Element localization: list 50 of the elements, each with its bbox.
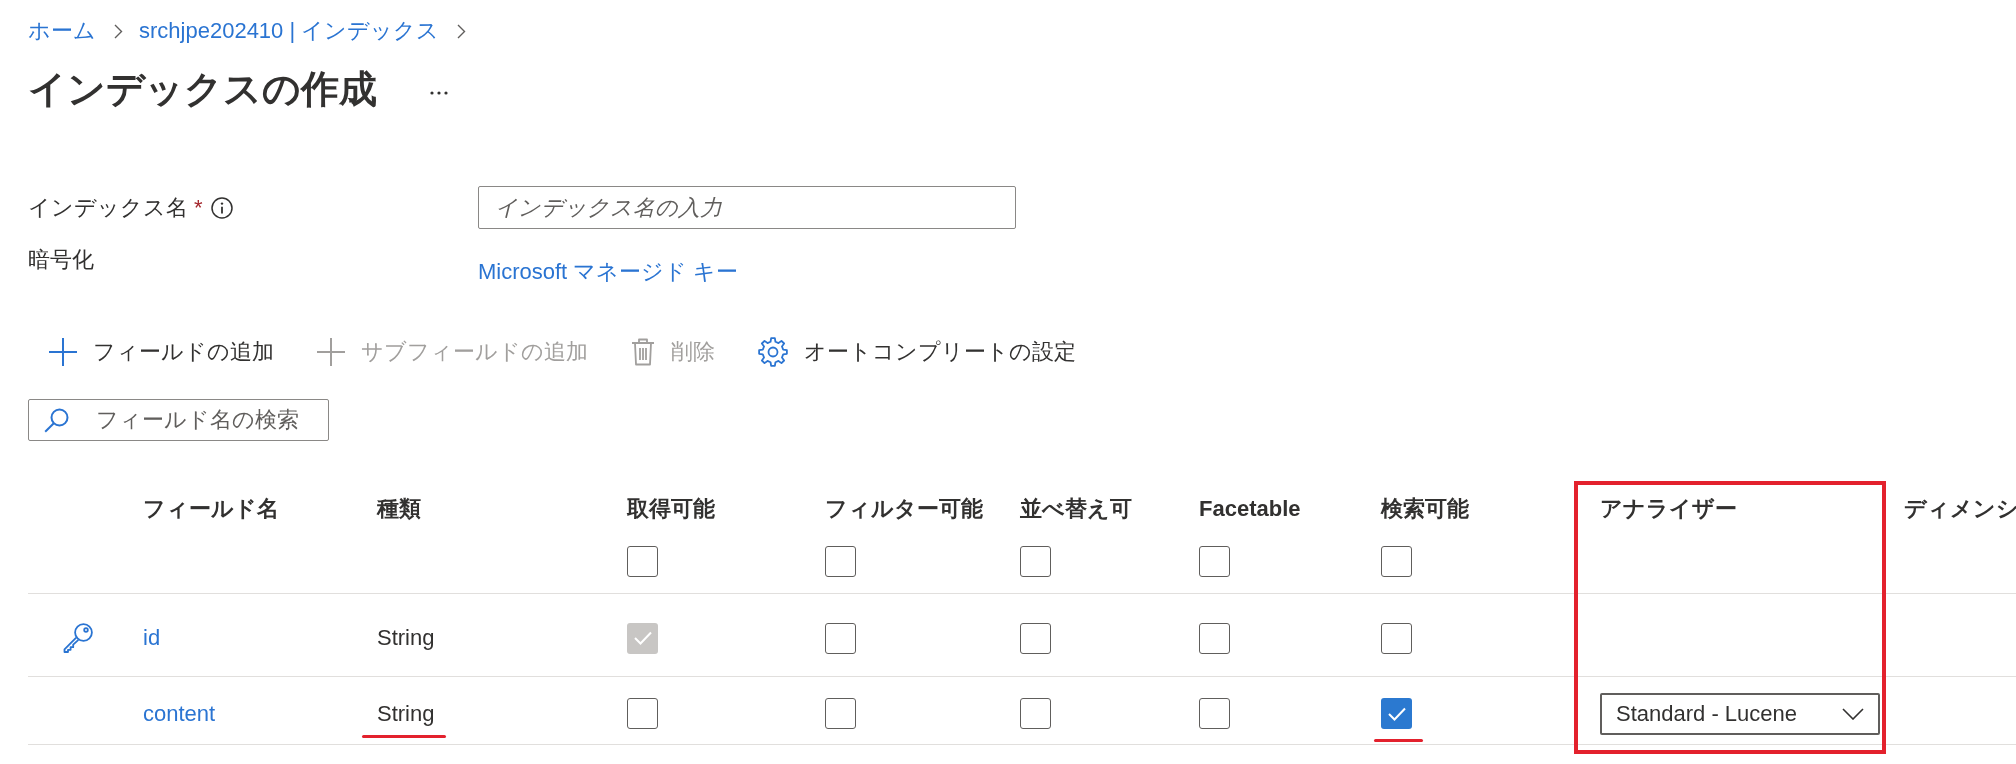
checkbox[interactable] [1381,546,1412,577]
field-label: 暗号化 [28,246,94,274]
add-button[interactable]: フィールドの追加 [37,332,286,372]
check-icon [1387,706,1406,721]
column-header: 種類 [377,495,421,523]
checkbox[interactable] [627,546,658,577]
checkbox[interactable] [825,698,856,729]
info-icon[interactable] [210,196,233,219]
table-cell-text: String [377,699,435,728]
gear-icon [758,337,788,367]
checkbox[interactable] [825,622,856,654]
search-field[interactable]: フィールド名の検索 [28,399,329,441]
page-title: インデックスの作成 [28,67,377,112]
checkbox[interactable] [1381,698,1412,729]
checkbox[interactable] [1381,622,1412,654]
required-mark: * [194,193,203,222]
more-icon[interactable] [430,91,448,95]
plus-icon [49,338,77,366]
checkbox[interactable] [1020,546,1051,577]
input-field[interactable]: インデックス名の入力 [478,186,1016,229]
field-name-link[interactable]: content [143,698,216,729]
encryption-link[interactable]: Microsoft マネージド キー [478,257,739,287]
checkbox[interactable] [1199,698,1230,729]
trash-icon [631,338,655,366]
analyzer-dropdown[interactable]: Standard - Lucene [1600,692,1880,735]
breadcrumb-link[interactable]: ホーム [28,16,96,46]
breadcrumb-link[interactable]: srchjpe202410 | インデックス [139,16,440,46]
column-header: フィルター可能 [825,495,983,523]
check-icon [633,631,652,645]
column-header: フィールド名 [143,495,279,523]
chevron-right-icon [114,23,123,39]
checkbox[interactable] [1199,622,1230,654]
table-cell-text: String [377,624,435,652]
plus-icon [317,338,345,366]
checkbox[interactable] [825,546,856,577]
field-label: インデックス名 [28,193,188,222]
chevron-down-icon [1842,707,1864,720]
column-header: Facetable [1199,495,1301,523]
column-header: アナライザー [1600,495,1737,523]
field-name-link[interactable]: id [143,623,161,653]
column-header: 取得可能 [627,495,715,523]
checkbox[interactable] [627,698,658,729]
chevron-right-icon [457,23,467,39]
checkbox[interactable] [1020,698,1051,729]
settings-button[interactable]: オートコンプリートの設定 [746,332,1088,372]
search-icon [44,407,69,433]
column-header: 並べ替え可 [1020,495,1132,523]
checkbox[interactable] [1199,546,1230,577]
checkbox[interactable] [1020,622,1051,654]
column-header: 検索可能 [1381,495,1469,523]
